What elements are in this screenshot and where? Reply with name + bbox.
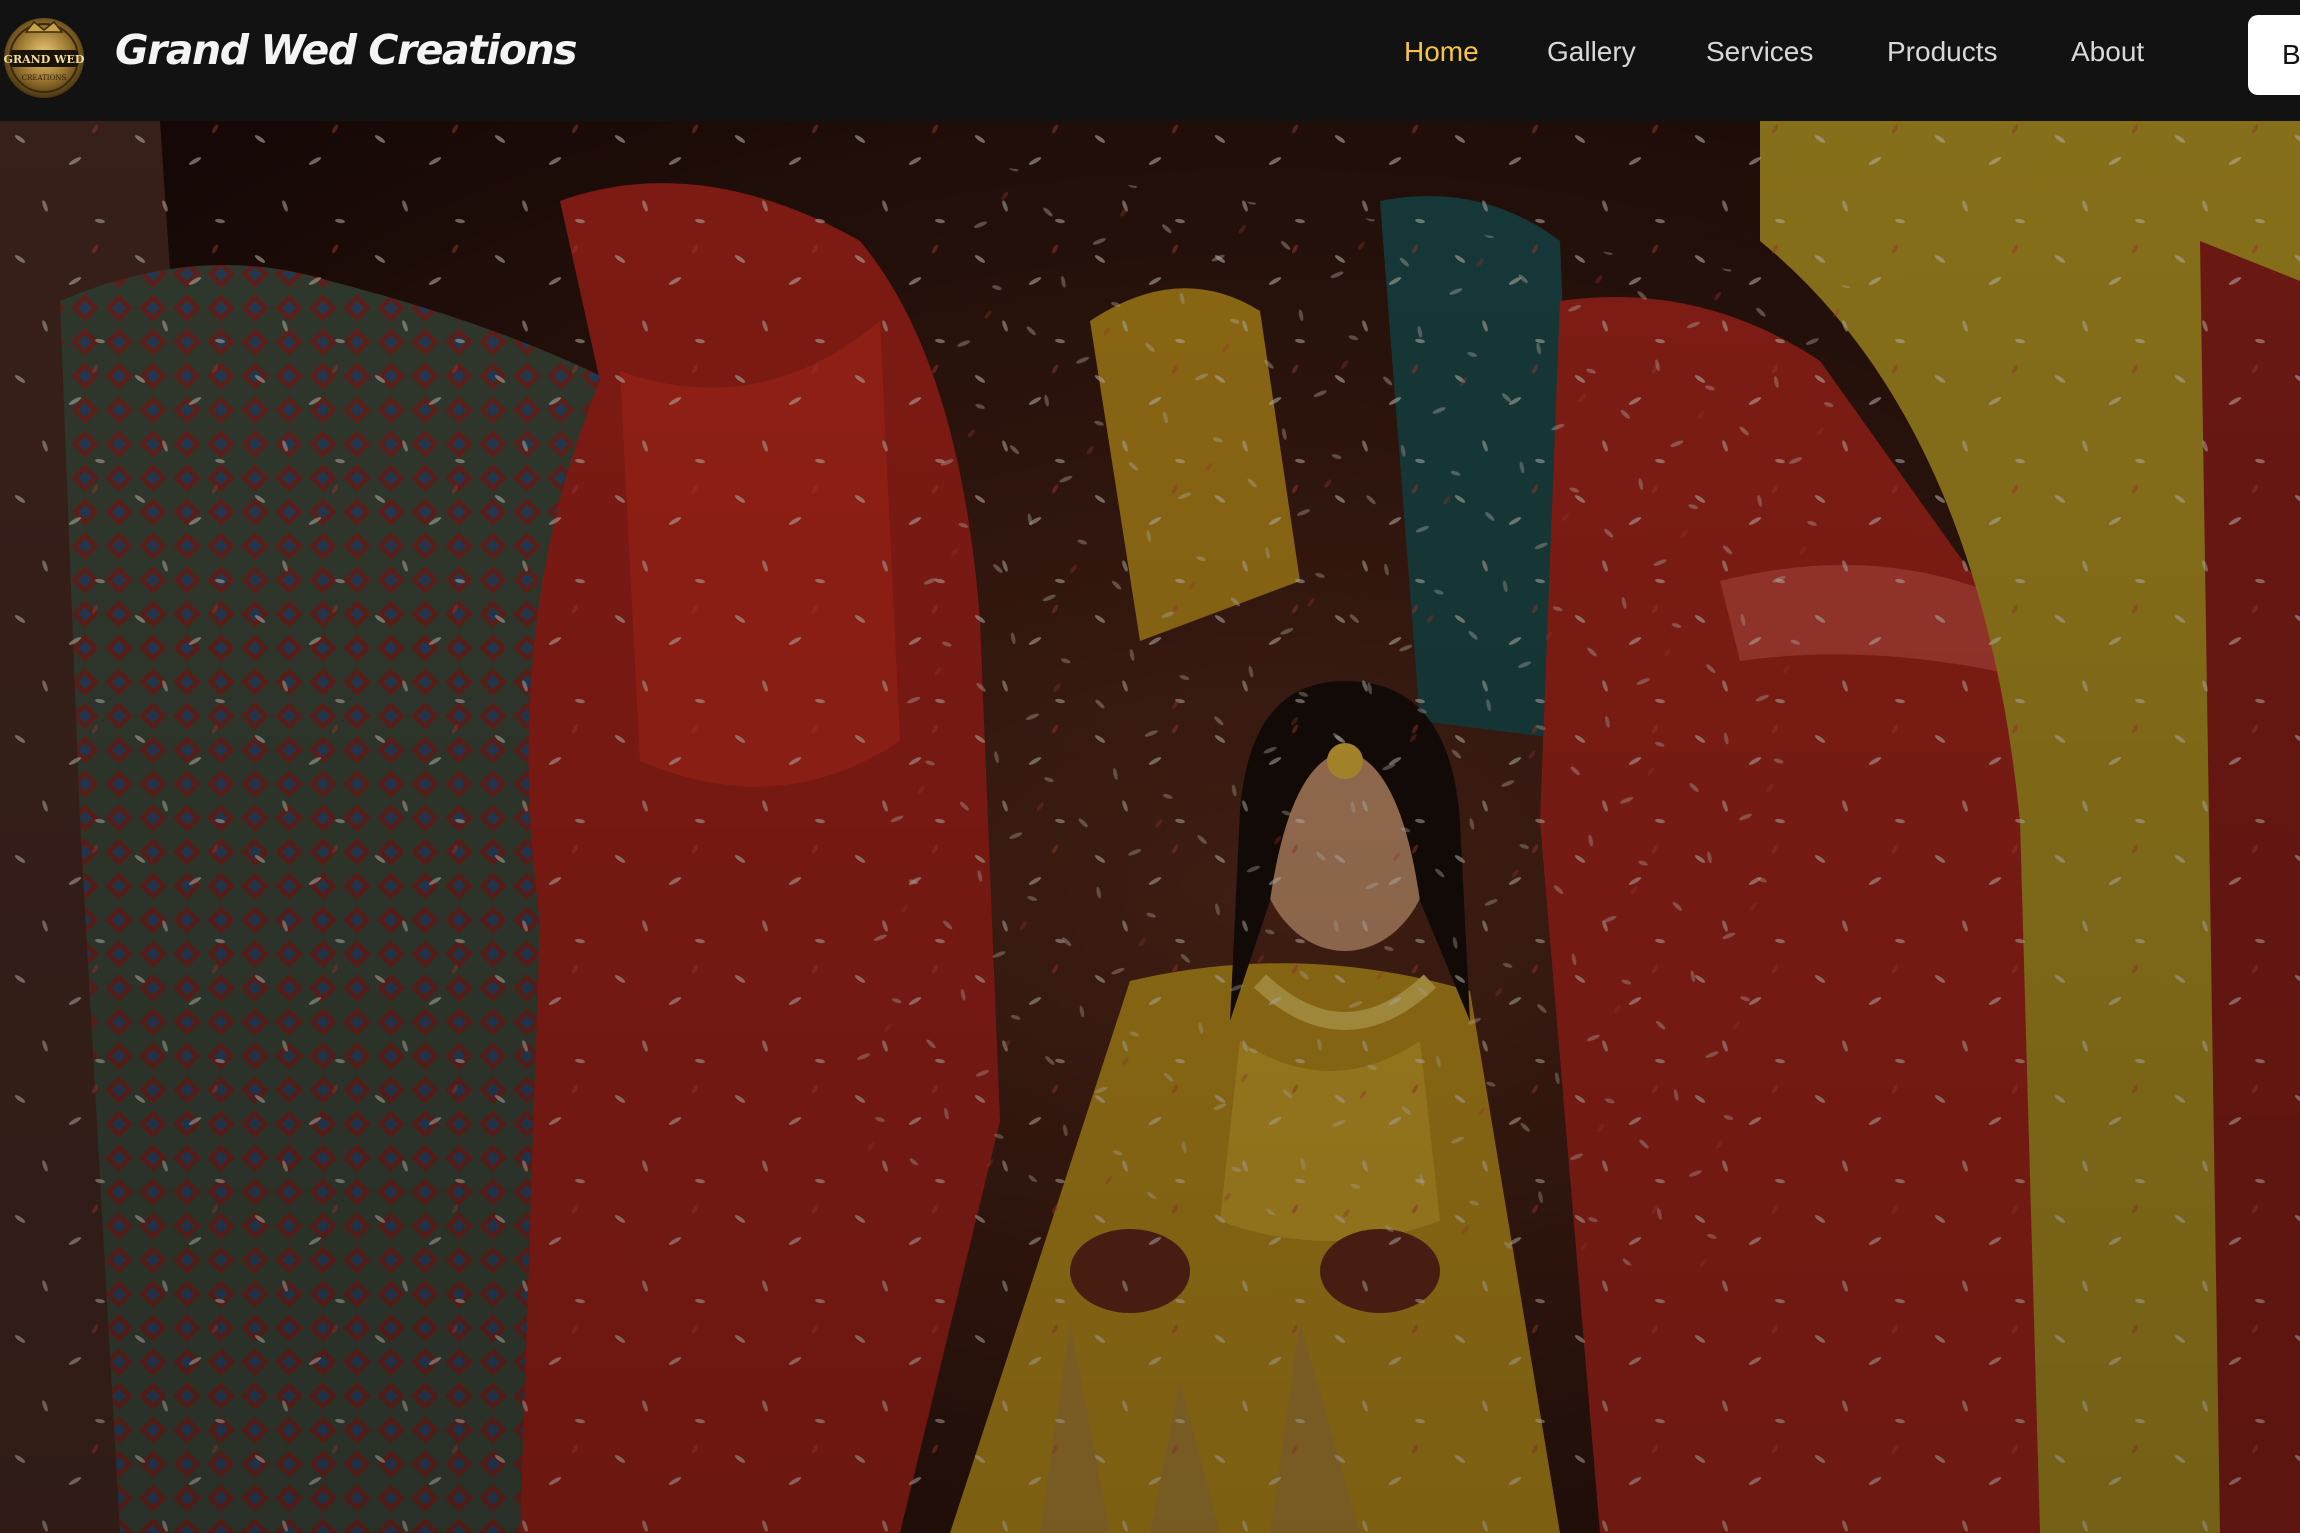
hero-banner (0, 121, 2300, 1533)
cta-button[interactable]: B (2248, 15, 2300, 95)
wedding-photo-image (0, 121, 2300, 1533)
logo-text-bottom: CREATIONS (22, 74, 67, 82)
nav-link-products[interactable]: Products (1887, 36, 1998, 68)
nav-link-gallery[interactable]: Gallery (1547, 36, 1636, 68)
brand-name[interactable]: Grand Wed Creations (115, 26, 578, 74)
nav-link-services[interactable]: Services (1706, 36, 1813, 68)
navbar: GRAND WED CREATIONS Grand Wed Creations … (0, 0, 2300, 121)
nav-link-home[interactable]: Home (1404, 36, 1479, 68)
logo-text-top: GRAND WED (4, 53, 85, 66)
crest-logo-icon[interactable]: GRAND WED CREATIONS (0, 12, 88, 100)
nav-link-about[interactable]: About (2071, 36, 2144, 68)
